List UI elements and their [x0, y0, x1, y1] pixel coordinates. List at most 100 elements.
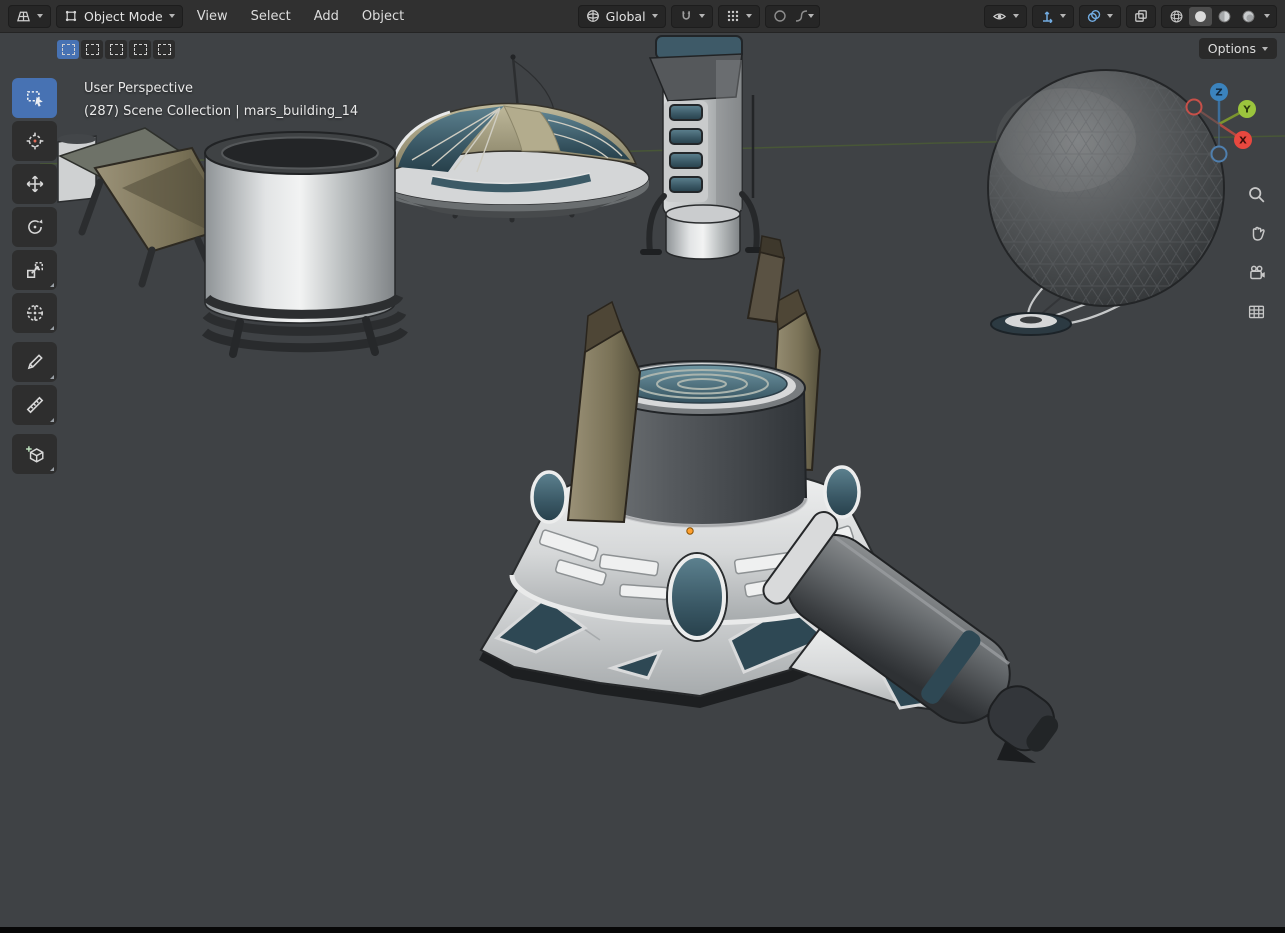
annotate-pencil-icon [27, 354, 43, 370]
menu-add[interactable]: Add [305, 6, 348, 27]
visibility-dropdown[interactable] [983, 4, 1027, 28]
add-cube-tool[interactable] [12, 434, 57, 474]
header-bar: Object Mode View Select Add Object Globa… [0, 0, 1285, 33]
zoom-button[interactable] [1243, 181, 1269, 207]
select-mode-set[interactable] [57, 40, 79, 59]
select-mode-subtract[interactable] [105, 40, 127, 59]
select-box-tool[interactable] [12, 78, 57, 118]
shading-solid-icon [1195, 10, 1206, 22]
chevron-down-icon [1059, 14, 1066, 18]
measure-tool[interactable] [12, 385, 57, 425]
select-set-icon [61, 44, 75, 55]
transform-tool[interactable] [12, 293, 57, 333]
chevron-down-icon [1106, 14, 1113, 18]
transform-icon [26, 305, 43, 321]
shading-rendered-button[interactable] [1237, 7, 1260, 26]
dome-building[interactable] [372, 54, 650, 223]
axis-neg-x-ball[interactable] [1185, 98, 1203, 116]
mode-dropdown[interactable]: Object Mode [56, 4, 183, 28]
shading-wireframe-button[interactable] [1165, 7, 1188, 26]
select-box-icon [26, 91, 43, 107]
add-cube-icon [25, 446, 43, 463]
center-window [668, 554, 726, 640]
axis-x-label: X [1239, 136, 1247, 147]
xray-toggle[interactable] [1125, 4, 1156, 28]
pan-button[interactable] [1243, 220, 1269, 246]
cylinder-tank[interactable] [201, 131, 408, 358]
window-bottom-edge [0, 927, 1285, 933]
chevron-down-icon [168, 14, 175, 18]
options-dropdown[interactable]: Options [1198, 38, 1277, 59]
xray-icon [1135, 10, 1147, 22]
orientation-label: Global [605, 8, 646, 24]
axis-neg-z-ball[interactable] [1210, 145, 1228, 163]
rotate-icon [27, 219, 42, 234]
camera-view-button[interactable] [1243, 259, 1269, 285]
falloff-curve-icon [796, 10, 808, 22]
shading-mode-group [1160, 4, 1277, 28]
gizmos-dropdown[interactable] [1031, 4, 1074, 28]
shading-material-icon [1218, 10, 1231, 22]
zoom-icon [1248, 186, 1264, 202]
proportional-editing-toggle[interactable] [769, 7, 792, 26]
select-subtract-icon [109, 44, 123, 55]
snap-target-dropdown[interactable] [717, 4, 760, 28]
axis-y-label: Y [1242, 105, 1251, 116]
scene-collection-label: (287) Scene Collection | mars_building_1… [84, 104, 359, 119]
viewport-side-controls [1243, 181, 1269, 324]
navigation-gizmo[interactable]: Z Y X [1177, 80, 1261, 172]
snap-target-grid-icon [727, 10, 738, 22]
object-mode-icon [65, 10, 77, 22]
shading-rendered-icon [1242, 10, 1255, 22]
select-mode-invert[interactable] [129, 40, 151, 59]
visibility-eye-icon [992, 13, 1006, 19]
proportional-editing-icon [774, 10, 786, 22]
chevron-down-icon [808, 14, 815, 18]
menu-select[interactable]: Select [242, 6, 300, 27]
falloff-dropdown[interactable] [793, 7, 816, 26]
toggle-orthographic-button[interactable] [1243, 298, 1269, 324]
ortho-grid-icon [1248, 305, 1264, 318]
viewport-overlay-text: User Perspective (287) Scene Collection … [84, 77, 358, 123]
scene-render [39, 35, 1285, 782]
chevron-down-icon [745, 14, 752, 18]
orientation-globe-icon [586, 10, 599, 22]
chevron-down-icon [651, 14, 658, 18]
shading-wireframe-icon [1170, 10, 1183, 22]
3d-viewport[interactable]: Options User Perspective (287) Scene Col… [0, 33, 1285, 927]
select-invert-icon [133, 44, 147, 55]
transform-orientation-dropdown[interactable]: Global [577, 4, 666, 28]
menu-view[interactable]: View [188, 6, 237, 27]
chevron-down-icon [698, 14, 705, 18]
move-tool[interactable] [12, 164, 57, 204]
scale-tool[interactable] [12, 250, 57, 290]
measure-ruler-icon [26, 396, 43, 414]
pan-hand-icon [1252, 226, 1265, 241]
annotate-tool[interactable] [12, 342, 57, 382]
chevron-down-icon [1263, 14, 1270, 18]
chevron-down-icon [1262, 46, 1268, 51]
cursor-tool[interactable] [12, 121, 57, 161]
axis-z-label: Z [1215, 88, 1222, 99]
object-origin-dot [686, 527, 694, 535]
menu-object[interactable]: Object [353, 6, 413, 27]
left-window [530, 470, 568, 524]
snap-toggle-group[interactable] [670, 4, 713, 28]
mode-label: Object Mode [84, 8, 163, 24]
mars-building-main[interactable] [479, 235, 1082, 782]
select-mode-intersect[interactable] [153, 40, 175, 59]
select-extend-icon [85, 44, 99, 55]
toolbar [12, 78, 57, 477]
scale-icon [26, 262, 43, 278]
shading-solid-button[interactable] [1188, 6, 1212, 26]
editor-type-3d-viewport-icon [17, 11, 30, 21]
overlays-dropdown[interactable] [1078, 4, 1121, 28]
select-mode-extend[interactable] [81, 40, 103, 59]
rotate-tool[interactable] [12, 207, 57, 247]
options-label: Options [1207, 41, 1256, 56]
select-mode-strip [57, 40, 175, 59]
cursor-icon [26, 132, 43, 150]
editor-type-selector[interactable] [8, 4, 51, 28]
camera-view-icon [1249, 265, 1265, 279]
shading-material-button[interactable] [1213, 7, 1236, 26]
